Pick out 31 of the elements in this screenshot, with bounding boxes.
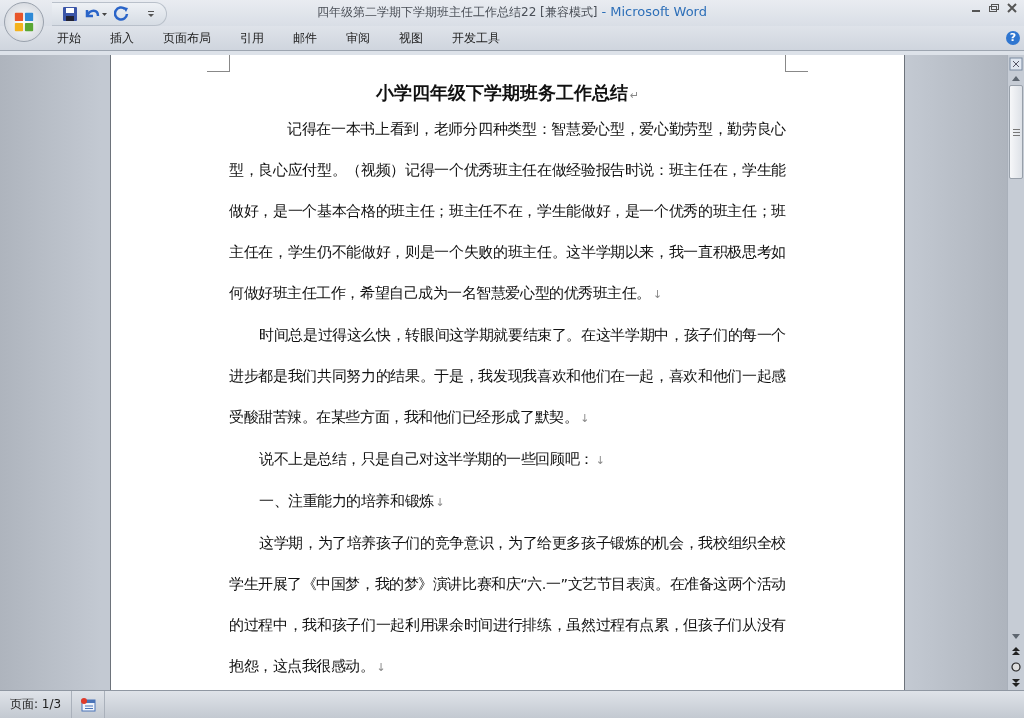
paragraph: 记得在一本书上看到，老师分四种类型：智慧爱心型，爱心勤劳型，勤劳良心型，良心应付型。（视频）记得一个优秀班主任在做经验报告时说：班主任在，学生能做好，是一个基本合格的班主任；班主任不在，学生能做好，是一个优秀的班主任；班主任在，学生仍不能做好，则是一个失败的班主任。这半学期以来，我一直积极思考如何做好班主任工作，希望自己成为一名智慧爱心型的优秀班主任。↓	[229, 120, 786, 303]
office-button[interactable]	[4, 2, 44, 42]
redo-icon[interactable]	[114, 6, 130, 22]
paragraph: 说不上是总结，只是自己对这半学期的一些回顾吧：↓	[258, 450, 606, 469]
crop-mark	[207, 55, 230, 72]
crop-mark	[785, 55, 808, 72]
ribbon-tab[interactable]: 开始	[44, 26, 94, 50]
close-icon[interactable]	[1006, 3, 1018, 13]
macro-record-icon[interactable]	[80, 697, 97, 712]
ribbon-tab[interactable]: 开发工具	[439, 26, 513, 50]
restore-icon[interactable]	[988, 3, 1000, 13]
office-logo-icon	[13, 11, 35, 33]
app-name: - Microsoft Word	[601, 4, 707, 19]
vertical-scrollbar[interactable]	[1007, 55, 1024, 690]
ribbon-tab[interactable]: 引用	[227, 26, 277, 50]
paragraph: 这学期，为了培养孩子们的竞争意识，为了给更多孩子锻炼的机会，我校组织全校学生开展了《中国梦，我的梦》演讲比赛和庆“六.一”文艺节目表演。在准备这两个活动的过程中，我和孩子们一起利用课余时间进行排练，虽然过程有点累，但孩子们从没有抱怨，这点我很感动。↓	[229, 534, 786, 676]
paragraph: 时间总是过得这么快，转眼间这学期就要结束了。在这半学期中，孩子们的每一个进步都是我们共同努力的结果。于是，我发现我喜欢和他们在一起，喜欢和他们一起感受酸甜苦辣。在某些方面，我和他们已经形成了默契。↓	[229, 326, 786, 427]
scroll-thumb[interactable]	[1009, 85, 1023, 179]
ribbon-tab[interactable]: 页面布局	[150, 26, 224, 50]
save-icon[interactable]	[62, 6, 78, 22]
customize-caret-icon[interactable]	[146, 9, 156, 19]
ribbon-tab[interactable]: 插入	[97, 26, 147, 50]
paragraph: 一、注重能力的培养和锻炼↓	[258, 492, 446, 511]
ribbon-tab[interactable]: 视图	[386, 26, 436, 50]
browse-object-icon[interactable]	[1009, 660, 1023, 674]
document-heading: 小学四年级下学期班务工作总结↵	[375, 82, 640, 103]
ribbon-tab[interactable]: 审阅	[333, 26, 383, 50]
ribbon-tab[interactable]: 邮件	[280, 26, 330, 50]
page-count[interactable]: 页面: 1/3	[0, 691, 73, 718]
window-title: 四年级第二学期下学期班主任工作总结22 [兼容模式]	[317, 5, 598, 19]
help-button[interactable]: ?	[1006, 31, 1020, 45]
